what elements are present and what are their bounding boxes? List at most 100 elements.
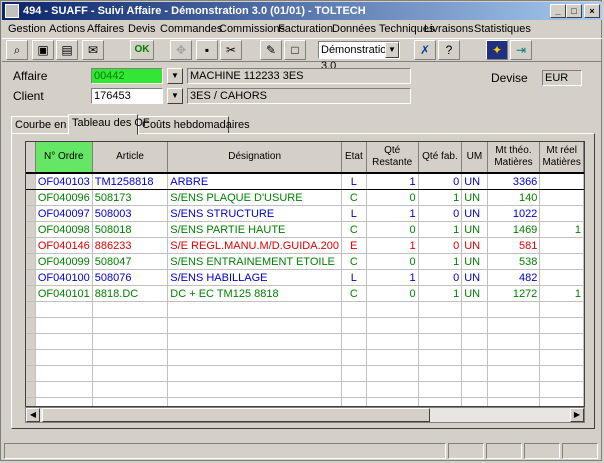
ok-icon[interactable]: OK (130, 40, 154, 60)
cell-designation[interactable]: S/ENS STRUCTURE (167, 205, 342, 222)
empty-cell[interactable] (26, 349, 36, 366)
cell-designation[interactable]: ARBRE (167, 172, 342, 190)
row-selector[interactable] (26, 221, 36, 238)
cell-qte-fab[interactable]: 0 (418, 269, 463, 286)
empty-cell[interactable] (35, 365, 93, 382)
cell-mt-theo[interactable]: 3366 (487, 172, 541, 190)
menu-statistiques[interactable]: Statistiques (474, 20, 531, 38)
empty-cell[interactable] (461, 381, 488, 398)
empty-cell[interactable] (418, 397, 463, 406)
cell-article[interactable]: TM1258818 (92, 172, 169, 190)
empty-cell[interactable] (26, 317, 36, 334)
empty-cell[interactable] (487, 365, 541, 382)
col-header-qte-fab[interactable]: Qté fab. (418, 142, 463, 174)
empty-cell[interactable] (341, 317, 367, 334)
affaire-field[interactable]: 00442 (91, 68, 163, 84)
empty-cell[interactable] (366, 365, 419, 382)
row-selector[interactable] (26, 172, 36, 190)
empty-cell[interactable] (418, 301, 463, 318)
cell-ordre[interactable]: OF040098 (35, 221, 93, 238)
col-header-article[interactable]: Article (92, 142, 169, 174)
tab-couts-hebdomadaires[interactable]: Coûts hebdomadaires (138, 116, 250, 134)
empty-cell[interactable] (341, 365, 367, 382)
cell-um[interactable]: UN (461, 205, 488, 222)
cell-article[interactable]: 508173 (92, 189, 169, 206)
save-icon[interactable]: ▪ (196, 40, 218, 60)
empty-cell[interactable] (487, 317, 541, 334)
empty-cell[interactable] (92, 397, 169, 406)
table-row-empty[interactable] (26, 349, 584, 366)
empty-cell[interactable] (92, 349, 169, 366)
cell-mt-theo[interactable]: 140 (487, 189, 541, 206)
printer-icon[interactable]: ▤ (56, 40, 78, 60)
empty-cell[interactable] (92, 333, 169, 350)
cell-qte-fab[interactable]: 0 (418, 205, 463, 222)
table-row[interactable]: OF040103 TM1258818 ARBRE L 1 0 UN 3366 (26, 172, 584, 190)
table-row[interactable]: OF040101 8818.DC DC + EC TM125 8818 C 0 1 UN 12… (26, 285, 584, 302)
cell-article[interactable]: 508003 (92, 205, 169, 222)
menu-commandes[interactable]: Commandes (160, 20, 222, 38)
empty-cell[interactable] (26, 381, 36, 398)
empty-cell[interactable] (539, 317, 584, 334)
table-row[interactable]: OF040097 508003 S/ENS STRUCTURE L 1 0 UN 1022 (26, 205, 584, 222)
empty-cell[interactable] (92, 301, 169, 318)
cell-qte-fab[interactable]: 0 (418, 237, 463, 254)
menu-affaires[interactable]: Affaires (87, 20, 124, 38)
empty-cell[interactable] (461, 301, 488, 318)
empty-cell[interactable] (35, 397, 93, 406)
empty-cell[interactable] (487, 397, 541, 406)
empty-cell[interactable] (92, 365, 169, 382)
cell-etat[interactable]: L (341, 269, 367, 286)
help-icon[interactable]: ? (438, 40, 460, 60)
cell-mt-reel[interactable] (539, 172, 584, 190)
empty-cell[interactable] (487, 333, 541, 350)
empty-cell[interactable] (418, 333, 463, 350)
empty-cell[interactable] (366, 317, 419, 334)
col-header-qte-restante[interactable]: Qté Restante (366, 142, 419, 174)
cell-article[interactable]: 508076 (92, 269, 169, 286)
wizard-icon[interactable]: ✦ (486, 40, 508, 60)
menu-donnees-techniques[interactable]: Données Techniques (332, 20, 435, 38)
empty-cell[interactable] (35, 349, 93, 366)
row-selector[interactable] (26, 189, 36, 206)
empty-cell[interactable] (487, 349, 541, 366)
cell-mt-theo[interactable]: 1272 (487, 285, 541, 302)
cell-etat[interactable]: E (341, 237, 367, 254)
empty-cell[interactable] (35, 381, 93, 398)
table-row[interactable]: OF040096 508173 S/ENS PLAQUE D'USURE C 0 1 UN 1… (26, 189, 584, 206)
cell-mt-theo[interactable]: 1469 (487, 221, 541, 238)
new-doc-icon[interactable]: □ (284, 40, 306, 60)
cell-qte-fab[interactable]: 1 (418, 253, 463, 270)
cell-um[interactable]: UN (461, 172, 488, 190)
col-header-ordre[interactable]: N° Ordre (35, 142, 93, 174)
menu-livraisons[interactable]: Livraisons (424, 20, 474, 38)
empty-cell[interactable] (487, 301, 541, 318)
cell-mt-reel[interactable]: 1 (539, 285, 584, 302)
empty-cell[interactable] (461, 333, 488, 350)
empty-cell[interactable] (418, 381, 463, 398)
cell-um[interactable]: UN (461, 189, 488, 206)
cell-ordre[interactable]: OF040099 (35, 253, 93, 270)
horizontal-scrollbar[interactable]: ◀ ▶ (25, 407, 585, 423)
cell-mt-theo[interactable]: 581 (487, 237, 541, 254)
tab-tableau-des-of[interactable]: Tableau des OF (68, 114, 150, 135)
empty-cell[interactable] (341, 349, 367, 366)
cell-designation[interactable]: S/ENS PARTIE HAUTE (167, 221, 342, 238)
empty-cell[interactable] (167, 317, 342, 334)
empty-cell[interactable] (461, 317, 488, 334)
cell-designation[interactable]: S/ENS ENTRAINEMENT ETOILE (167, 253, 342, 270)
cell-qte-restante[interactable]: 0 (366, 221, 419, 238)
table-row-empty[interactable] (26, 333, 584, 350)
menu-commissions[interactable]: Commissions (219, 20, 285, 38)
table-row-empty[interactable] (26, 397, 584, 406)
empty-cell[interactable] (35, 301, 93, 318)
cell-mt-theo[interactable]: 482 (487, 269, 541, 286)
maximize-button[interactable]: □ (566, 4, 582, 18)
mail-icon[interactable]: ✉ (82, 40, 104, 60)
row-selector[interactable] (26, 253, 36, 270)
search-icon[interactable]: ⌕ (6, 40, 28, 60)
empty-cell[interactable] (341, 397, 367, 406)
empty-cell[interactable] (341, 333, 367, 350)
empty-cell[interactable] (92, 317, 169, 334)
row-selector[interactable] (26, 269, 36, 286)
